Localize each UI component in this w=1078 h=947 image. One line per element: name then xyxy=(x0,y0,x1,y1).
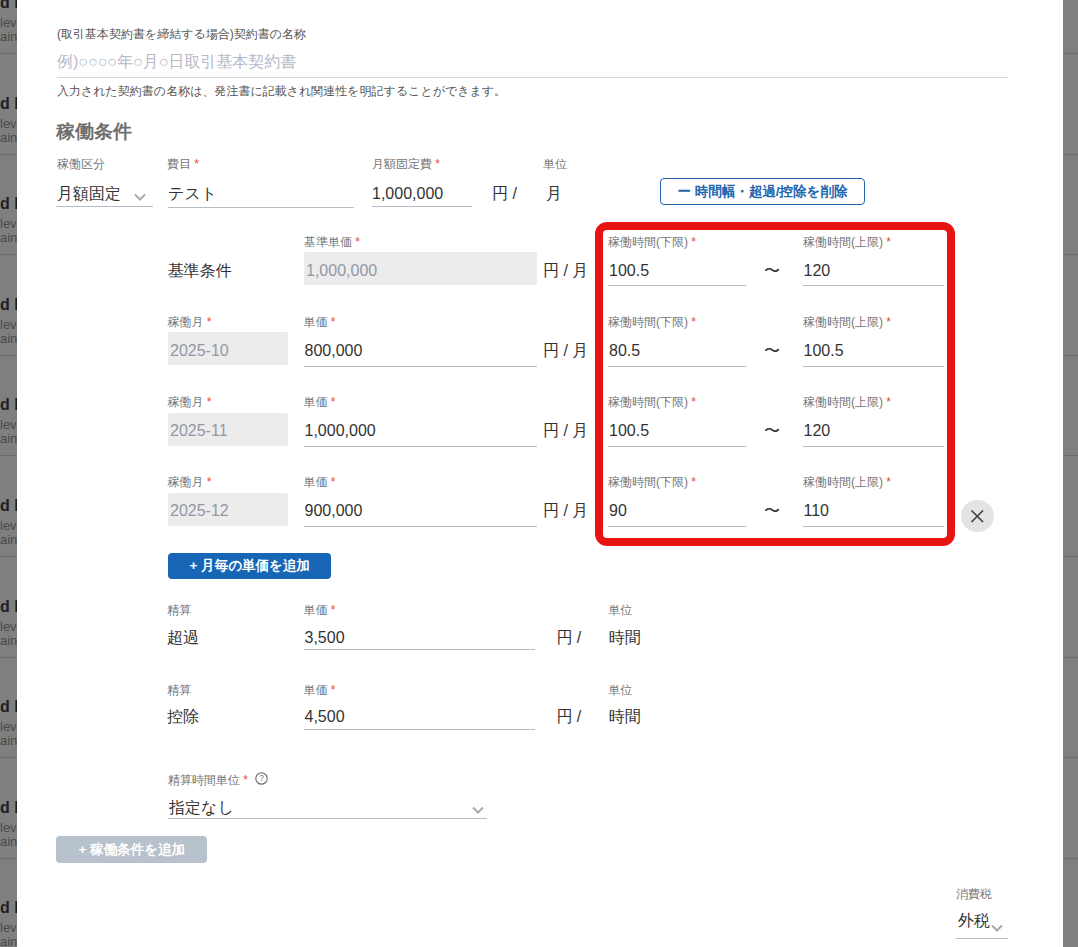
svg-text:?: ? xyxy=(259,773,264,783)
